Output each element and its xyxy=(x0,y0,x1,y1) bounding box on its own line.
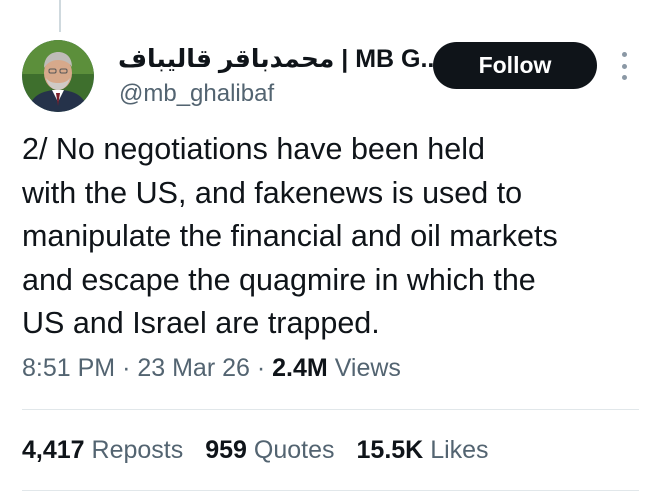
tweet-text-line: and escape the quagmire in which the xyxy=(22,262,536,297)
quotes-label: Quotes xyxy=(253,436,335,464)
views-label: Views xyxy=(334,354,401,382)
tweet-date[interactable]: 23 Mar 26 xyxy=(137,354,250,382)
divider xyxy=(22,490,639,491)
likes-count: 15.5K xyxy=(356,436,424,464)
more-dot xyxy=(621,63,627,69)
more-vertical-icon[interactable] xyxy=(615,52,633,80)
tweet-detail: محمدباقر قالیباف | MB G... @mb_ghalibaf … xyxy=(0,0,661,499)
tweet-text-line: with the US, and fakenews is used to xyxy=(22,175,523,210)
more-dot xyxy=(621,75,627,80)
likes-label: Likes xyxy=(430,436,489,464)
avatar[interactable] xyxy=(22,40,94,112)
quotes-count: 959 xyxy=(205,436,247,464)
tweet-text: 2/ No negotiations have been held with t… xyxy=(22,128,642,346)
engagement-stats: 4,417 Reposts 959 Quotes 15.5K Likes xyxy=(22,436,489,465)
reposts-label: Reposts xyxy=(91,436,184,464)
author-handle[interactable]: @mb_ghalibaf xyxy=(119,80,274,108)
reposts-stat[interactable]: 4,417 Reposts xyxy=(22,436,183,465)
tweet-text-line: US and Israel are trapped. xyxy=(22,306,380,340)
tweet-metadata: 8:51 PM · 23 Mar 26 · 2.4M Views xyxy=(22,354,401,383)
tweet-text-line: manipulate the financial and oil markets xyxy=(22,219,558,253)
follow-button[interactable]: Follow xyxy=(433,42,597,89)
author-display-name[interactable]: محمدباقر قالیباف | MB G... xyxy=(118,44,441,74)
quotes-stat[interactable]: 959 Quotes xyxy=(205,436,334,465)
more-dot xyxy=(621,52,627,57)
tweet-time[interactable]: 8:51 PM xyxy=(22,354,115,382)
separator: · xyxy=(256,354,266,382)
reposts-count: 4,417 xyxy=(22,436,85,464)
user-avatar-photo xyxy=(22,40,94,112)
views-count: 2.4M xyxy=(272,354,328,382)
likes-stat[interactable]: 15.5K Likes xyxy=(357,436,489,465)
thread-connector-line xyxy=(59,0,61,32)
tweet-text-line: 2/ No negotiations have been held xyxy=(22,132,485,166)
separator: · xyxy=(122,354,131,382)
divider xyxy=(22,409,639,410)
